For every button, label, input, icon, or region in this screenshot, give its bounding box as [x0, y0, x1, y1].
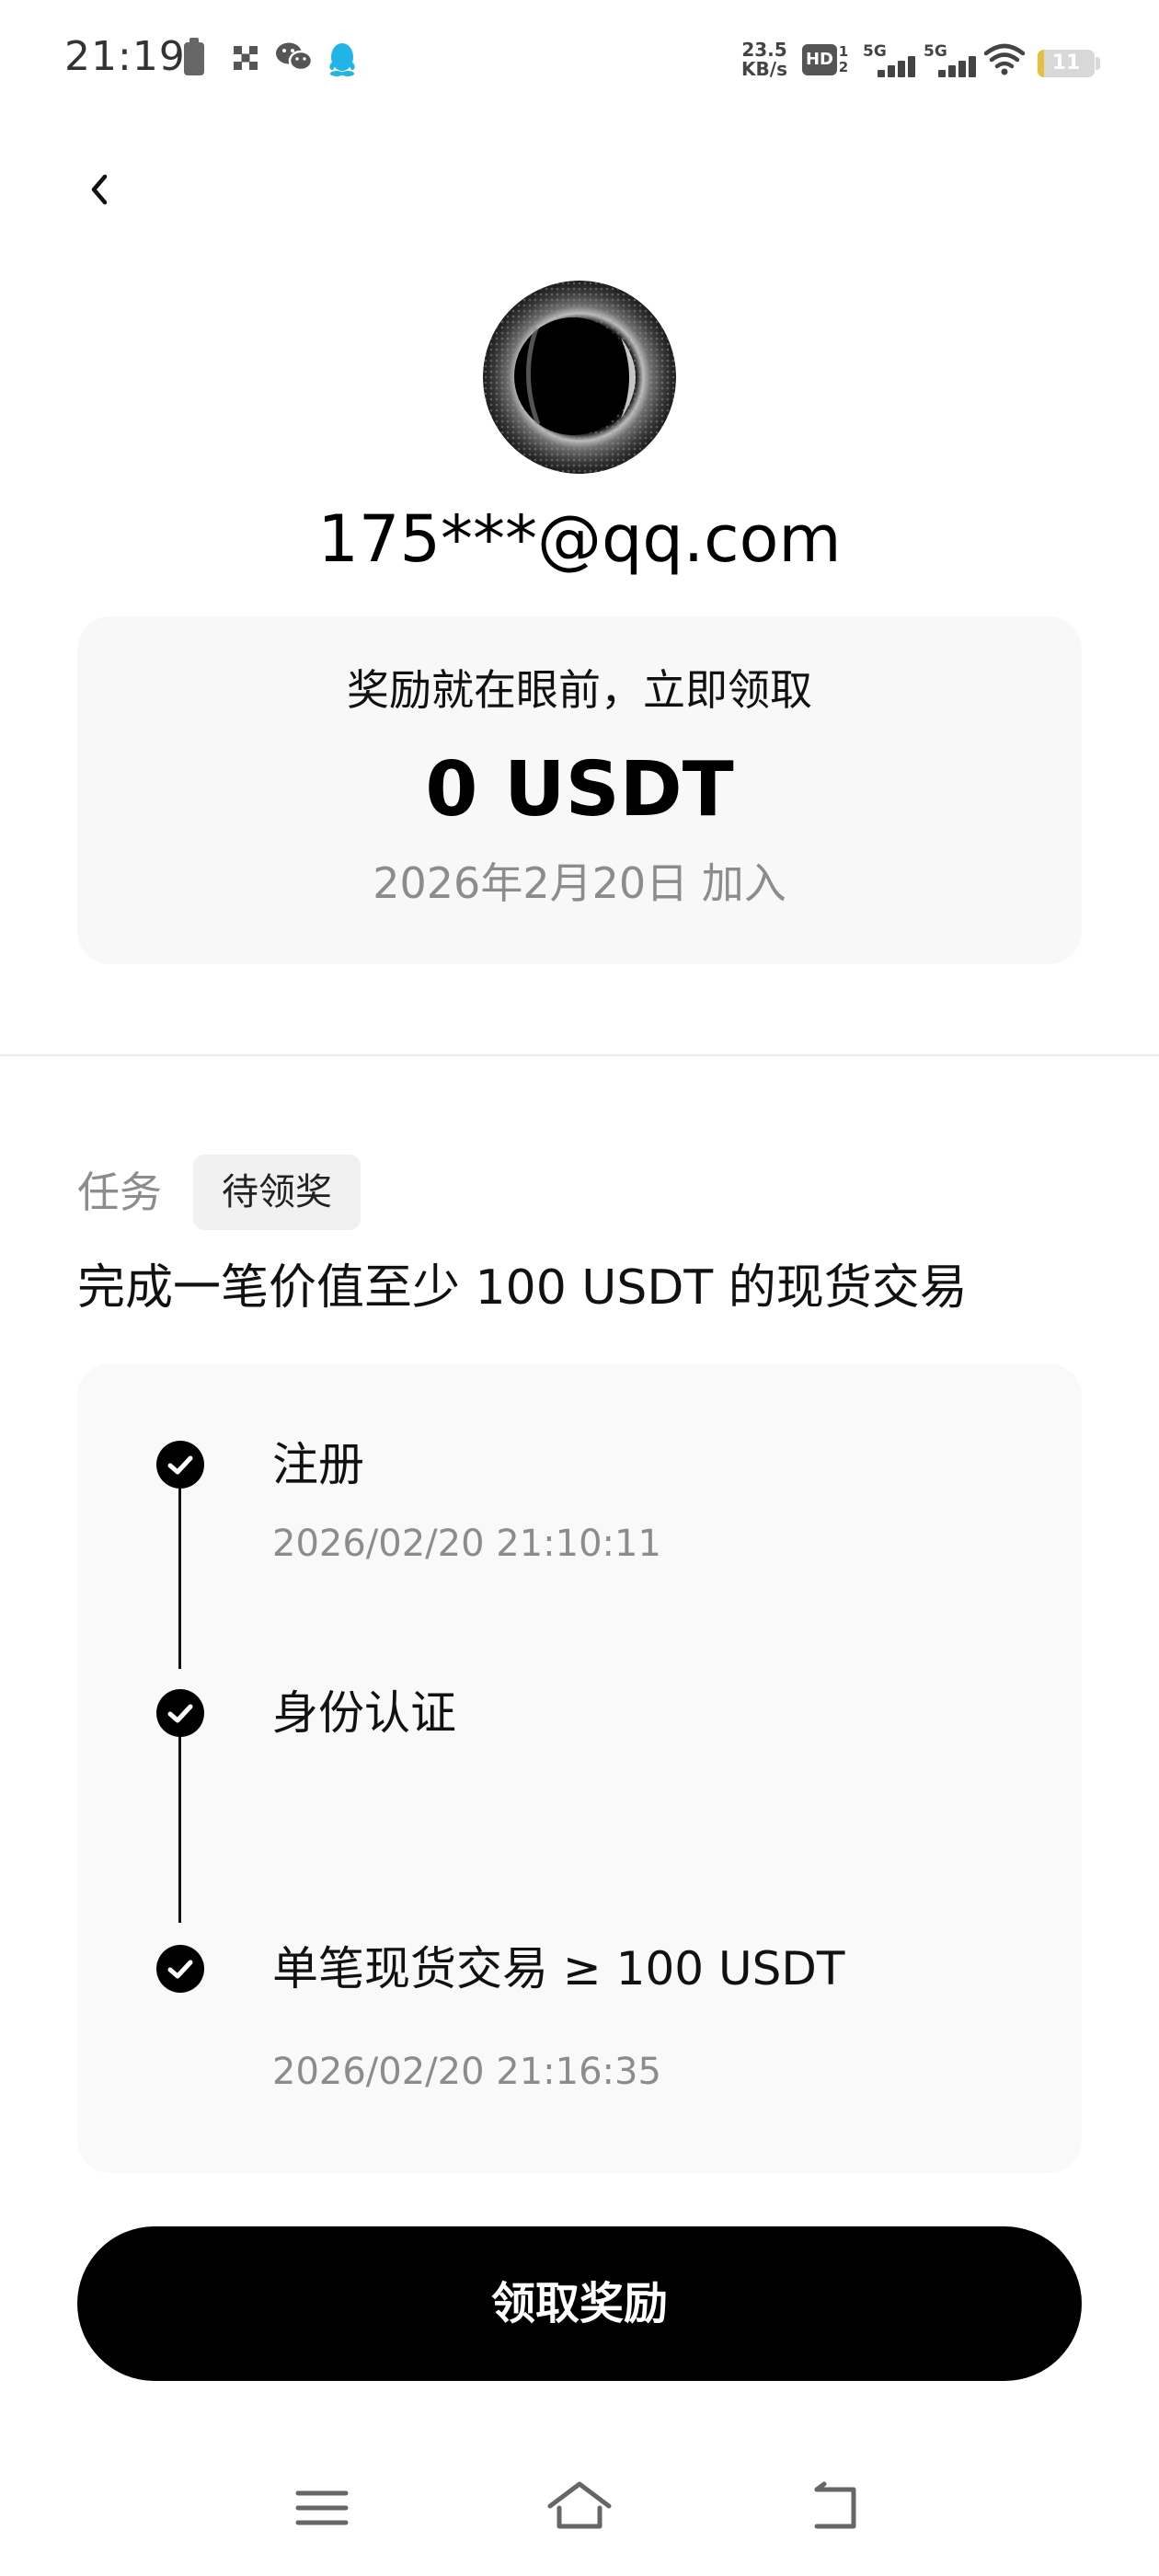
menu-button[interactable]: [285, 2478, 359, 2537]
status-bar: 21:19 23.5 KB/s HD 1 2 5G 5G 11: [0, 0, 1159, 123]
step-label: 单笔现货交易 ≥ 100 USDT: [272, 1942, 845, 1995]
hd-sub-bottom: 2: [838, 59, 849, 75]
grid-app-icon: [232, 44, 259, 75]
claim-reward-button[interactable]: 领取奖励: [77, 2226, 1082, 2381]
task-title: 完成一笔价值至少 100 USDT 的现货交易: [77, 1260, 968, 1316]
hd-sub-top: 1: [838, 43, 849, 60]
sim1-network-type: 5G: [863, 42, 887, 61]
qq-icon: [326, 40, 359, 81]
step-label: 身份认证: [272, 1686, 456, 1740]
battery-icon: 11: [1038, 50, 1095, 77]
network-speed-unit: KB/s: [741, 58, 787, 80]
home-button[interactable]: [543, 2478, 616, 2537]
account-email: 175***@qq.com: [317, 501, 842, 577]
reward-title: 奖励就在眼前，立即领取: [347, 665, 812, 715]
battery-tip: [1096, 57, 1100, 70]
check-circle-icon: [156, 1945, 204, 1993]
step-time: 2026/02/20 21:16:35: [272, 2051, 661, 2093]
page: 21:19 23.5 KB/s HD 1 2 5G 5G 11 175***@q…: [0, 0, 1159, 2576]
home-icon: [547, 2481, 612, 2529]
step-label: 注册: [272, 1438, 364, 1491]
sim2-network-type: 5G: [924, 42, 947, 61]
battery-saver-icon: [184, 38, 204, 75]
timeline-line: [178, 1737, 181, 1923]
hd-voice-indicator: HD 1 2: [802, 44, 850, 75]
avatar: [483, 281, 676, 474]
menu-icon: [295, 2490, 349, 2525]
status-time: 21:19: [64, 33, 186, 80]
check-circle-icon: [156, 1441, 204, 1489]
back-button[interactable]: [74, 156, 129, 221]
status-badge: 待领奖: [193, 1155, 361, 1230]
hd-sim-numbers: 12: [837, 44, 850, 75]
task-label: 任务: [77, 1167, 162, 1217]
section-divider: [0, 1054, 1159, 1056]
network-speed: 23.5 KB/s: [739, 40, 790, 79]
wifi-icon: [982, 42, 1027, 81]
joined-date: 2026年2月20日 加入: [373, 858, 786, 908]
timeline-line: [178, 1489, 181, 1669]
chevron-left-icon: [91, 174, 108, 205]
check-circle-icon: [156, 1689, 204, 1737]
nav-back-button[interactable]: [800, 2478, 874, 2537]
signal-sim1-icon: 5G: [863, 42, 916, 77]
wechat-icon: [274, 40, 315, 77]
signal-sim2-icon: 5G: [924, 42, 977, 77]
back-icon: [814, 2481, 856, 2529]
hd-icon: HD: [802, 44, 837, 75]
task-steps-card: 注册 2026/02/20 21:10:11 身份认证 单笔现货交易 ≥ 100…: [77, 1363, 1082, 2173]
step-time: 2026/02/20 21:10:11: [272, 1523, 661, 1565]
reward-amount: 0 USDT: [425, 746, 734, 834]
battery-level: 11: [1051, 52, 1081, 75]
reward-card: 奖励就在眼前，立即领取 0 USDT 2026年2月20日 加入: [77, 616, 1082, 964]
